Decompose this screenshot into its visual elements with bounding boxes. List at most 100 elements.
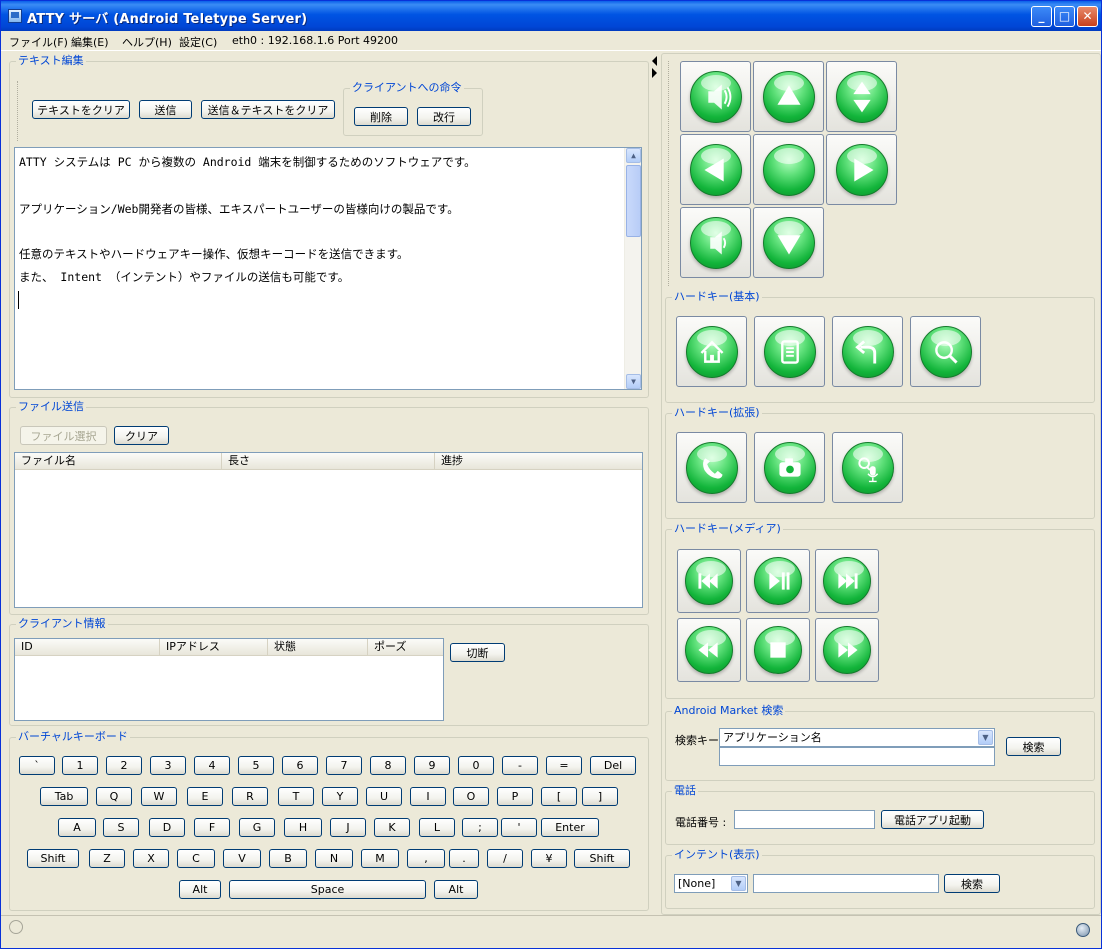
scroll-up-icon[interactable]: ▲ xyxy=(626,148,641,163)
key-row1-7[interactable]: 7 xyxy=(326,756,362,775)
menu-settings[interactable]: 設定(C) xyxy=(179,34,217,50)
key-row1-3[interactable]: 3 xyxy=(150,756,186,775)
column-id[interactable]: ID xyxy=(15,639,160,656)
key-row1-10[interactable]: 0 xyxy=(458,756,494,775)
key-row4-2[interactable]: X xyxy=(133,849,169,868)
clear-text-button[interactable]: テキストをクリア xyxy=(32,100,130,119)
send-and-clear-button[interactable]: 送信＆テキストをクリア xyxy=(201,100,335,119)
back-button[interactable] xyxy=(832,316,903,387)
intent-input[interactable] xyxy=(753,874,939,893)
column-ip[interactable]: IPアドレス xyxy=(160,639,268,656)
key-row1-2[interactable]: 2 xyxy=(106,756,142,775)
key-row3-11[interactable]: Enter xyxy=(541,818,599,837)
vol-up-button[interactable] xyxy=(680,61,751,132)
key-row2-12[interactable]: ] xyxy=(582,787,618,806)
column-pause[interactable]: ポーズ xyxy=(368,639,443,656)
key-row1-9[interactable]: 9 xyxy=(414,756,450,775)
key-row3-5[interactable]: H xyxy=(284,818,322,837)
key-row1-13[interactable]: Del xyxy=(590,756,636,775)
key-row4-6[interactable]: N xyxy=(315,849,353,868)
key-row1-0[interactable]: ` xyxy=(19,756,55,775)
key-row3-4[interactable]: G xyxy=(239,818,275,837)
market-search-input[interactable] xyxy=(719,747,995,766)
vol-down-button[interactable] xyxy=(680,207,751,278)
key-row2-9[interactable]: O xyxy=(453,787,489,806)
intent-type-select[interactable]: [None] ▼ xyxy=(674,874,748,893)
delete-button[interactable]: 削除 xyxy=(354,107,408,126)
menu-button[interactable] xyxy=(754,316,825,387)
key-row3-8[interactable]: L xyxy=(419,818,455,837)
column-state[interactable]: 状態 xyxy=(268,639,368,656)
file-list[interactable]: ファイル名 長さ 進捗 xyxy=(14,452,643,608)
play-pause-button[interactable] xyxy=(746,549,810,613)
chevron-down-icon[interactable]: ▼ xyxy=(731,876,746,891)
send-button[interactable]: 送信 xyxy=(139,100,192,119)
maximize-icon[interactable]: □ xyxy=(1054,6,1075,27)
rewind-button[interactable] xyxy=(677,618,741,682)
key-row4-9[interactable]: . xyxy=(449,849,479,868)
key-row2-1[interactable]: Q xyxy=(96,787,132,806)
key-row2-5[interactable]: T xyxy=(278,787,314,806)
home-button[interactable] xyxy=(676,316,747,387)
key-row2-0[interactable]: Tab xyxy=(40,787,88,806)
key-row3-3[interactable]: F xyxy=(194,818,230,837)
menu-edit[interactable]: 編集(E) xyxy=(71,34,109,50)
key-row2-4[interactable]: R xyxy=(232,787,268,806)
scroll-down-icon[interactable]: ▼ xyxy=(626,374,641,389)
launch-phone-button[interactable]: 電話アプリ起動 xyxy=(881,810,984,829)
right-button[interactable] xyxy=(826,134,897,205)
down-button[interactable] xyxy=(753,207,824,278)
client-list[interactable]: ID IPアドレス 状態 ポーズ xyxy=(14,638,444,721)
key-row4-4[interactable]: V xyxy=(223,849,261,868)
key-row1-8[interactable]: 8 xyxy=(370,756,406,775)
key-row1-1[interactable]: 1 xyxy=(62,756,98,775)
key-row5-2[interactable]: Alt xyxy=(434,880,478,899)
file-select-button[interactable]: ファイル選択 xyxy=(20,426,107,445)
key-row1-5[interactable]: 5 xyxy=(238,756,274,775)
key-row4-7[interactable]: M xyxy=(361,849,399,868)
key-row4-10[interactable]: / xyxy=(487,849,523,868)
key-row2-11[interactable]: [ xyxy=(541,787,577,806)
menu-help[interactable]: ヘルプ(H) xyxy=(122,34,172,50)
market-search-button[interactable]: 検索 xyxy=(1006,737,1061,756)
collapse-right-icon[interactable] xyxy=(652,68,657,78)
menu-file[interactable]: ファイル(F) xyxy=(9,34,68,50)
key-row3-9[interactable]: ; xyxy=(462,818,498,837)
up-down-button[interactable] xyxy=(826,61,897,132)
column-length[interactable]: 長さ xyxy=(222,453,435,470)
text-editor[interactable]: ATTY システムは PC から複数の Android 端末を制御するためのソフ… xyxy=(14,147,642,390)
key-row3-7[interactable]: K xyxy=(374,818,410,837)
key-row1-12[interactable]: = xyxy=(546,756,582,775)
next-button[interactable] xyxy=(815,549,879,613)
key-row3-2[interactable]: D xyxy=(149,818,185,837)
minimize-icon[interactable]: _ xyxy=(1031,6,1052,27)
collapse-left-icon[interactable] xyxy=(652,56,657,66)
phone-number-input[interactable] xyxy=(734,810,875,829)
panel-splitter[interactable] xyxy=(649,53,661,915)
left-button[interactable] xyxy=(680,134,751,205)
close-icon[interactable]: ✕ xyxy=(1077,6,1098,27)
camera-button[interactable] xyxy=(754,432,825,503)
text-scrollbar[interactable]: ▲ ▼ xyxy=(624,148,641,389)
key-row4-8[interactable]: , xyxy=(407,849,445,868)
scroll-thumb[interactable] xyxy=(626,165,641,237)
key-row5-1[interactable]: Space xyxy=(229,880,426,899)
key-row4-5[interactable]: B xyxy=(269,849,307,868)
fast-forward-button[interactable] xyxy=(815,618,879,682)
file-clear-button[interactable]: クリア xyxy=(114,426,169,445)
up-button[interactable] xyxy=(753,61,824,132)
previous-button[interactable] xyxy=(677,549,741,613)
key-row2-6[interactable]: Y xyxy=(322,787,358,806)
key-row2-2[interactable]: W xyxy=(141,787,177,806)
key-row4-3[interactable]: C xyxy=(177,849,215,868)
search-key-select[interactable]: アプリケーション名 ▼ xyxy=(719,728,995,747)
title-bar[interactable]: ATTY サーバ (Android Teletype Server) _ □ ✕ xyxy=(1,1,1101,31)
intent-search-button[interactable]: 検索 xyxy=(944,874,1000,893)
key-row3-10[interactable]: ' xyxy=(501,818,537,837)
search-button[interactable] xyxy=(910,316,981,387)
center-button[interactable] xyxy=(753,134,824,205)
key-row5-0[interactable]: Alt xyxy=(179,880,221,899)
key-row4-11[interactable]: ¥ xyxy=(531,849,567,868)
newline-button[interactable]: 改行 xyxy=(417,107,471,126)
key-row1-11[interactable]: - xyxy=(502,756,538,775)
